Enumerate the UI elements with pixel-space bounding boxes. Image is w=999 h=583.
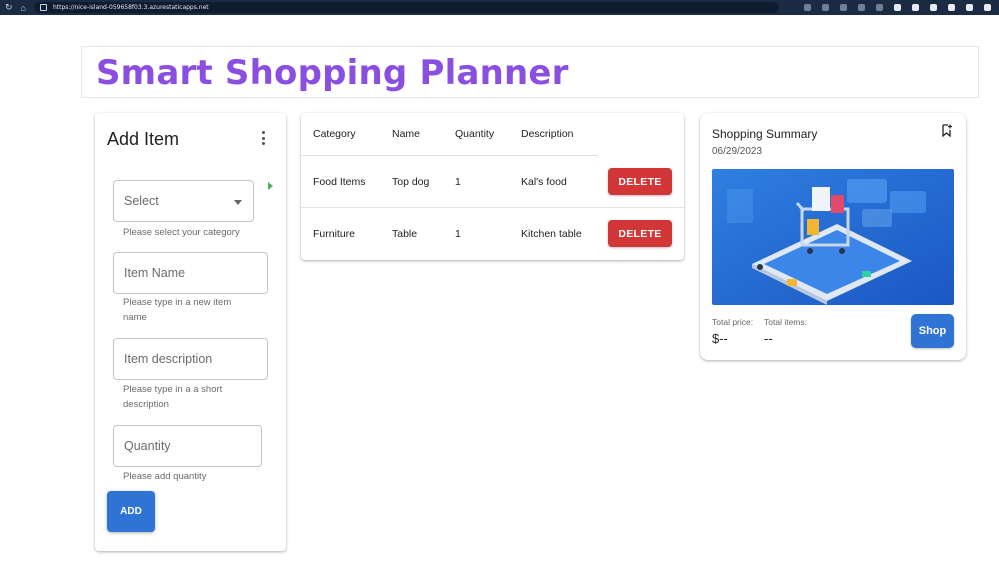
quantity-helper: Please add quantity: [123, 471, 207, 482]
cell-description: Kitchen table: [521, 228, 582, 240]
home-icon[interactable]: ⌂: [21, 3, 26, 13]
column-header-name: Name: [392, 128, 421, 140]
add-item-card: Add Item Select Please select your categ…: [95, 113, 286, 551]
summary-date: 06/29/2023: [712, 146, 763, 157]
shopping-cart-illustration: [712, 169, 954, 305]
shop-button[interactable]: Shop: [911, 314, 954, 348]
cell-category: Furniture: [313, 228, 356, 240]
delete-button[interactable]: DELETE: [608, 220, 672, 247]
total-items-label: Total items:: [764, 317, 807, 327]
cell-name: Top dog: [392, 176, 430, 188]
cell-quantity: 1: [455, 176, 461, 188]
url-text: https://nice-island-059658f03.3.azuresta…: [52, 4, 209, 11]
bookmark-add-icon[interactable]: [942, 124, 952, 137]
page-title: Smart Shopping Planner: [96, 53, 569, 93]
category-select-value: Select: [124, 194, 159, 208]
cell-description: Kal's food: [521, 176, 567, 188]
row-divider: [301, 207, 684, 208]
extension-icon[interactable]: [839, 4, 847, 11]
header-divider: [301, 155, 598, 156]
item-name-input[interactable]: [124, 266, 267, 280]
browser-toolbar: ↻ ⌂ https://nice-island-059658f03.3.azur…: [0, 0, 999, 15]
add-item-header: Add Item: [107, 129, 180, 149]
app-header: Smart Shopping Planner: [81, 46, 979, 98]
extension-icon[interactable]: [911, 4, 919, 11]
extension-icon[interactable]: [803, 4, 811, 11]
mouse-cursor-icon: [268, 182, 273, 190]
extension-icon[interactable]: [893, 4, 901, 11]
extension-icon[interactable]: [947, 4, 955, 11]
extension-icon[interactable]: [875, 4, 883, 11]
add-button[interactable]: ADD: [107, 491, 155, 532]
total-items-value: --: [764, 331, 773, 346]
item-description-field[interactable]: [113, 338, 268, 380]
extension-icon[interactable]: [857, 4, 865, 11]
extension-icon[interactable]: [929, 4, 937, 11]
category-select[interactable]: Select: [113, 180, 254, 222]
extension-icon[interactable]: [983, 4, 991, 11]
dropdown-caret-icon: [234, 200, 242, 205]
item-name-field[interactable]: [113, 252, 268, 294]
browser-extensions: [803, 4, 991, 11]
items-table: Category Name Quantity Description Food …: [301, 113, 684, 260]
refresh-icon[interactable]: ↻: [5, 2, 13, 13]
extension-icon[interactable]: [821, 4, 829, 11]
cell-category: Food Items: [313, 176, 366, 188]
kebab-menu-icon[interactable]: [262, 131, 266, 145]
total-price-value: $--: [712, 331, 728, 346]
quantity-field[interactable]: [113, 425, 262, 467]
delete-button[interactable]: DELETE: [608, 168, 672, 195]
shopping-summary-card: Shopping Summary 06/29/2023 Total price:: [700, 113, 966, 360]
column-header-description: Description: [521, 128, 574, 140]
column-header-category: Category: [313, 128, 356, 140]
address-bar[interactable]: https://nice-island-059658f03.3.azuresta…: [33, 2, 779, 13]
cell-name: Table: [392, 228, 418, 240]
total-price-label: Total price:: [712, 317, 754, 327]
item-description-helper: Please type in a a short description: [123, 384, 223, 410]
category-helper: Please select your category: [123, 227, 240, 238]
quantity-input[interactable]: [124, 439, 261, 453]
item-description-input[interactable]: [124, 352, 267, 366]
lock-icon: [39, 4, 47, 11]
cell-quantity: 1: [455, 228, 461, 240]
column-header-quantity: Quantity: [455, 128, 495, 140]
extension-icon[interactable]: [965, 4, 973, 11]
summary-title: Shopping Summary: [712, 127, 818, 141]
item-name-helper: Please type in a new item name: [123, 297, 232, 323]
browser-nav: ↻ ⌂: [5, 2, 26, 13]
